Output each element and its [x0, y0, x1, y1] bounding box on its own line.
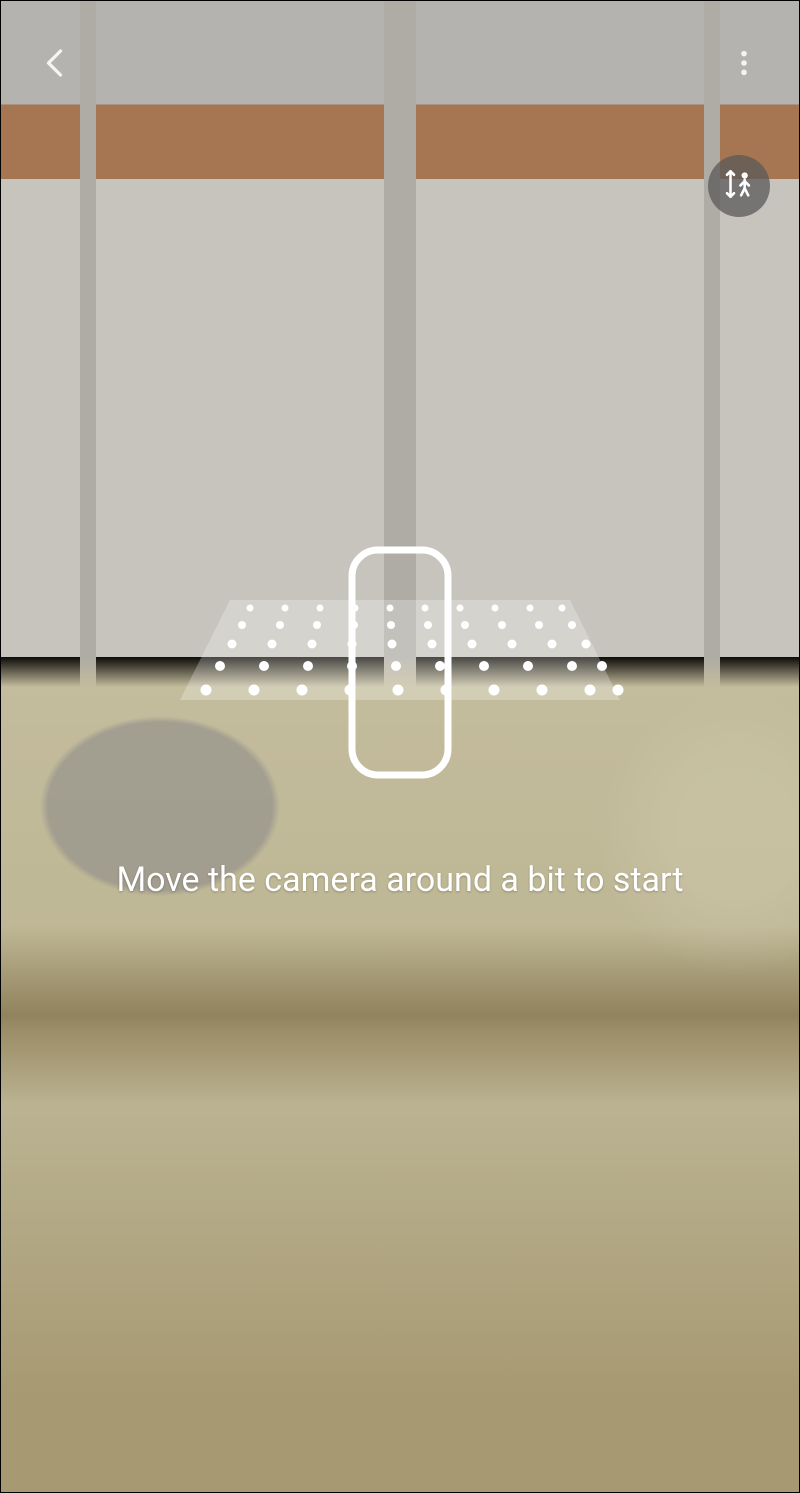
ar-scan-hint: [140, 530, 660, 810]
measure-height-icon: [722, 167, 756, 205]
back-chevron-icon: [38, 45, 74, 85]
ar-plane-animation: [140, 530, 660, 810]
measure-height-button[interactable]: [708, 155, 770, 217]
ar-camera-screen: Move the camera around a bit to start: [0, 0, 800, 1493]
more-vert-icon: [728, 47, 760, 83]
top-bar: [0, 0, 800, 130]
instruction-text: Move the camera around a bit to start: [0, 860, 800, 900]
more-options-button[interactable]: [716, 37, 772, 93]
back-button[interactable]: [28, 37, 84, 93]
